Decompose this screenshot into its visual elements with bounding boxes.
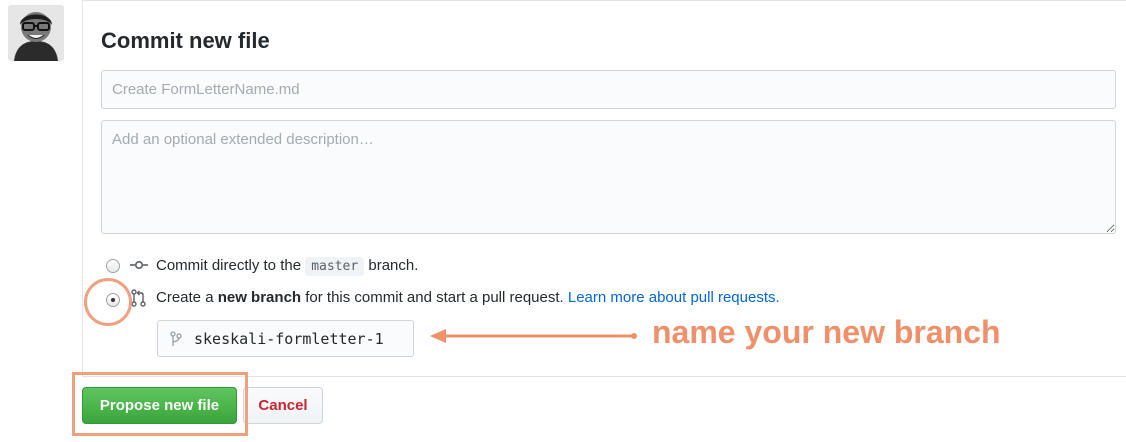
annotation-arrow xyxy=(430,329,637,343)
commit-direct-suffix: branch. xyxy=(368,257,419,274)
branch-icon xyxy=(170,331,182,346)
commit-direct-prefix: Commit directly to the xyxy=(156,257,302,274)
commit-description-textarea[interactable] xyxy=(101,120,1116,234)
branch-name-input[interactable] xyxy=(194,321,408,356)
new-branch-prefix: Create a xyxy=(156,289,214,306)
commit-icon xyxy=(130,260,148,270)
master-branch-code: master xyxy=(305,257,365,276)
annotation-label: name your new branch xyxy=(652,314,1001,350)
radio-highlight-circle xyxy=(84,278,132,326)
pull-request-icon xyxy=(131,289,146,307)
cancel-button[interactable]: Cancel xyxy=(243,387,323,424)
avatar xyxy=(8,5,64,61)
commit-direct-label: Commit directly to the master branch. xyxy=(156,257,419,276)
new-branch-label: Create a new branch for this commit and … xyxy=(156,289,780,306)
learn-more-link[interactable]: Learn more about pull requests. xyxy=(568,289,780,306)
commit-direct-radio[interactable] xyxy=(106,259,120,273)
button-highlight-box xyxy=(72,372,248,436)
new-branch-suffix: for this commit and start a pull request… xyxy=(305,289,564,306)
branch-name-field[interactable] xyxy=(157,320,414,357)
commit-summary-input[interactable] xyxy=(101,70,1116,109)
new-branch-bold: new branch xyxy=(217,289,302,306)
panel-title: Commit new file xyxy=(101,28,270,53)
user-avatar-image xyxy=(8,5,64,61)
